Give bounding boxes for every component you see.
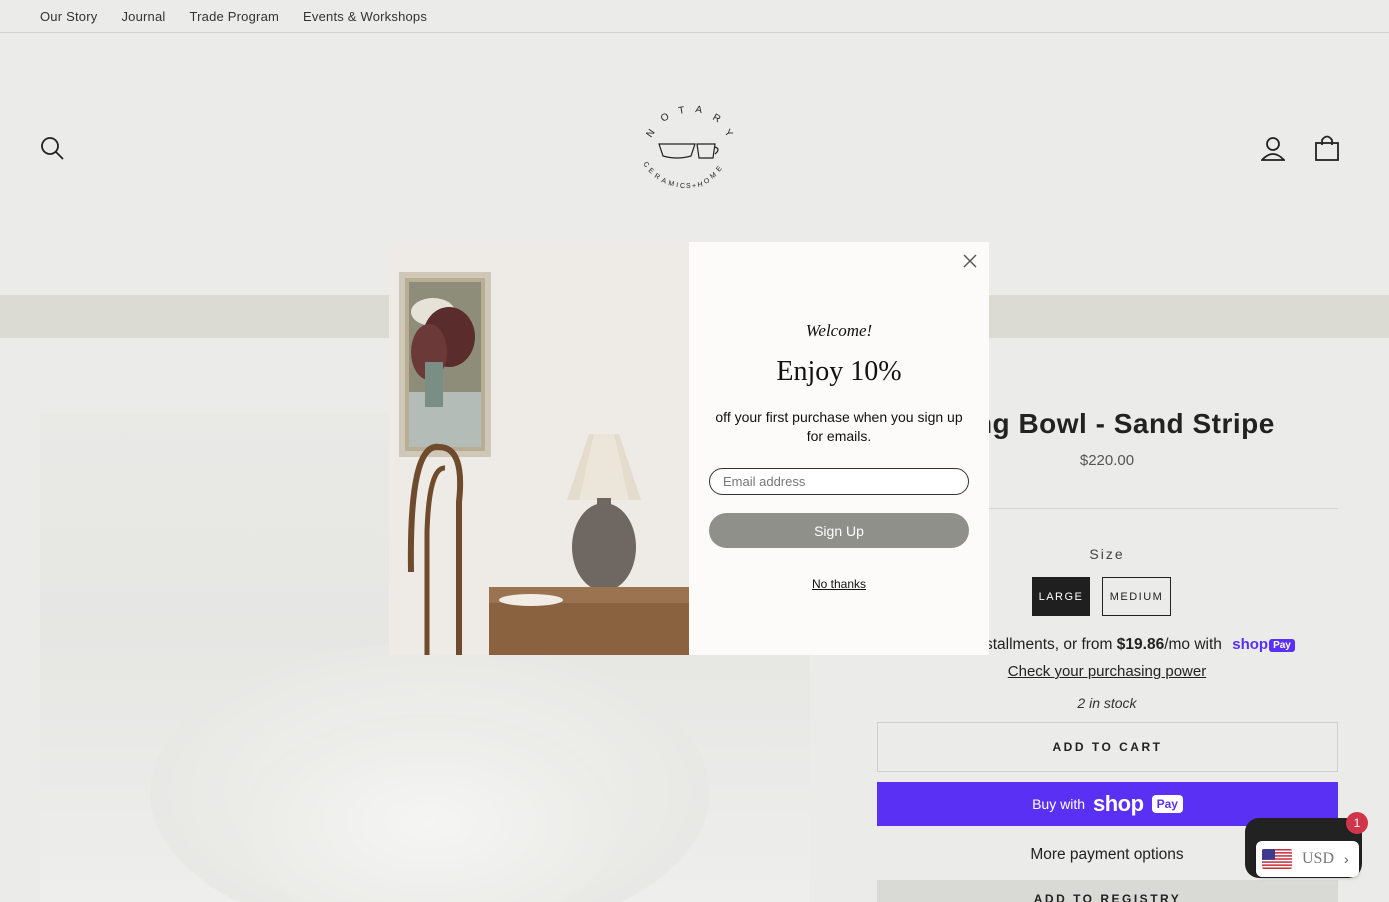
chevron-right-icon: › — [1344, 851, 1349, 867]
currency-selector[interactable]: USD › — [1256, 841, 1359, 877]
us-flag-icon — [1262, 849, 1292, 869]
search-icon[interactable] — [40, 136, 64, 160]
svg-text:C: C — [641, 161, 650, 169]
no-thanks-link[interactable]: No thanks — [689, 577, 989, 591]
svg-text:E: E — [715, 165, 724, 173]
nav-events-workshops[interactable]: Events & Workshops — [303, 9, 427, 24]
shop-pay-word: shop — [1232, 636, 1269, 654]
svg-text:R: R — [653, 173, 661, 182]
currency-code: USD — [1302, 850, 1335, 867]
nav-journal[interactable]: Journal — [121, 9, 165, 24]
svg-text:T: T — [678, 105, 686, 117]
svg-text:A: A — [694, 104, 703, 116]
modal-welcome: Welcome! — [805, 321, 873, 340]
utility-nav: Our Story Journal Trade Program Events &… — [0, 0, 1389, 33]
svg-text:O: O — [703, 177, 711, 186]
svg-text:I: I — [676, 182, 679, 189]
chat-badge: 1 — [1346, 812, 1368, 834]
installments-amount: $19.86 — [1116, 636, 1165, 653]
email-input[interactable] — [709, 468, 969, 495]
nav-trade-program[interactable]: Trade Program — [189, 9, 279, 24]
nav-our-story[interactable]: Our Story — [40, 9, 97, 24]
svg-text:+: + — [692, 183, 696, 190]
close-icon[interactable] — [960, 251, 980, 271]
svg-text:E: E — [647, 167, 655, 176]
buy-with-label: Buy with — [1032, 796, 1085, 812]
email-signup-modal: Welcome! Enjoy 10% off your first purcha… — [389, 242, 989, 655]
account-icon[interactable] — [1259, 136, 1287, 162]
svg-text:N: N — [644, 127, 657, 139]
svg-text:M: M — [668, 180, 675, 188]
shop-pay-logo: shop Pay — [1232, 636, 1295, 653]
site-logo[interactable]: N O T A R Y C E R A M I C S + H O M E — [639, 100, 739, 196]
modal-body-text: off your first purchase when you sign up… — [715, 409, 963, 444]
sign-up-button[interactable]: Sign Up — [709, 513, 969, 548]
pay-badge: Pay — [1151, 795, 1183, 813]
modal-headline: Enjoy 10% — [776, 356, 902, 387]
svg-text:O: O — [659, 111, 671, 125]
size-option-large[interactable]: LARGE — [1032, 577, 1090, 616]
svg-text:Y: Y — [722, 127, 735, 139]
svg-text:H: H — [697, 181, 703, 189]
svg-text:C: C — [680, 183, 685, 190]
modal-form-panel: Welcome! Enjoy 10% off your first purcha… — [689, 242, 989, 655]
svg-text:S: S — [686, 183, 691, 190]
shop-logo: shop — [1093, 791, 1144, 816]
svg-text:A: A — [660, 177, 667, 185]
add-to-registry-button[interactable]: ADD TO REGISTRY — [877, 880, 1338, 902]
size-option-medium[interactable]: MEDIUM — [1102, 577, 1171, 616]
svg-text:M: M — [709, 171, 718, 180]
installments-suffix: /mo with — [1164, 636, 1222, 653]
cart-icon[interactable] — [1314, 134, 1340, 162]
check-purchasing-power-link[interactable]: Check your purchasing power — [876, 663, 1338, 680]
modal-lifestyle-image — [389, 242, 689, 655]
installments-text: e installments, or from $19.86/mo with s… — [960, 636, 1295, 654]
add-to-cart-button[interactable]: ADD TO CART — [877, 722, 1338, 772]
svg-text:R: R — [711, 112, 723, 125]
stock-status: 2 in stock — [1077, 695, 1137, 711]
shop-pay-badge: Pay — [1269, 639, 1295, 653]
